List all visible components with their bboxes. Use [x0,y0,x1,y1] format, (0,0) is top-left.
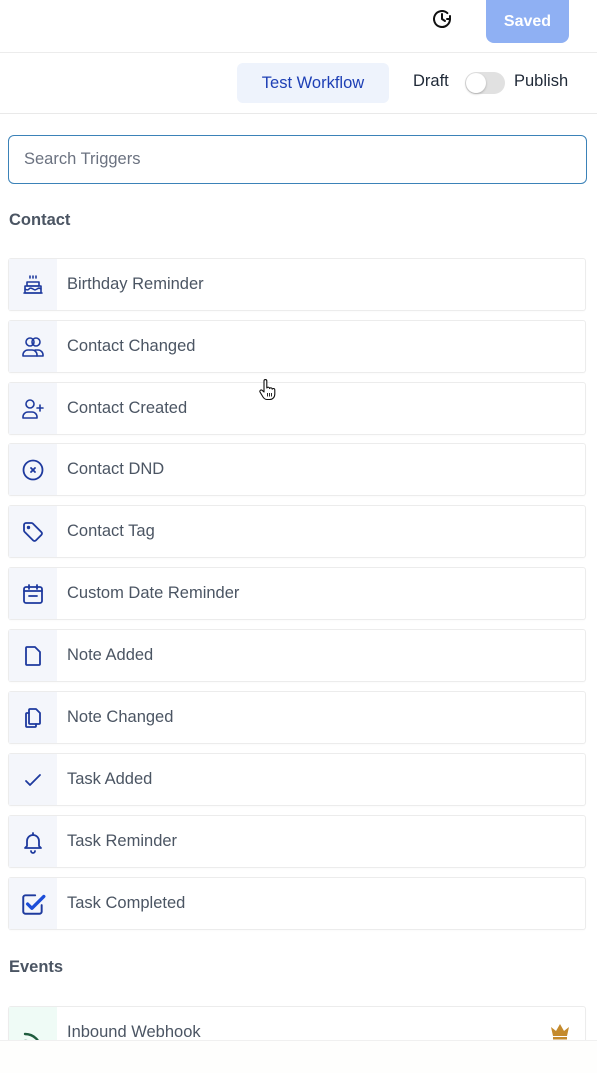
bell-icon [21,830,45,854]
publish-label: Publish [514,72,569,90]
trigger-contact-created[interactable]: Contact Created [8,382,586,435]
bottom-overlay [0,1040,597,1073]
section-title-events: Events [9,958,64,976]
cake-icon [21,273,45,297]
trigger-label: Contact DND [67,460,165,478]
test-workflow-button[interactable]: Test Workflow [237,63,389,103]
trigger-contact-tag[interactable]: Contact Tag [8,505,586,558]
users-icon [21,335,45,359]
trigger-task-added[interactable]: Task Added [8,753,586,806]
trigger-label: Contact Tag [67,522,155,540]
saved-button[interactable]: Saved [486,0,569,43]
trigger-note-changed[interactable]: Note Changed [8,691,586,744]
check-square-icon [20,891,46,917]
trigger-label: Note Changed [67,708,174,726]
trigger-label: Note Added [67,646,154,664]
check-icon [21,768,45,792]
history-clock-icon [430,7,454,31]
workflow-toolbar: Test Workflow Draft Publish [0,54,597,114]
section-title-contact: Contact [9,211,71,229]
tag-icon [21,520,45,544]
trigger-label: Custom Date Reminder [67,584,240,602]
trigger-contact-changed[interactable]: Contact Changed [8,320,586,373]
document-icon [21,644,45,668]
trigger-custom-date-reminder[interactable]: Custom Date Reminder [8,567,586,620]
toggle-knob [466,73,486,93]
trigger-label: Task Added [67,770,153,788]
publish-toggle[interactable] [465,72,505,94]
trigger-note-added[interactable]: Note Added [8,629,586,682]
trigger-label: Task Reminder [67,832,178,850]
trigger-label: Birthday Reminder [67,275,204,293]
search-triggers-input[interactable] [8,135,587,184]
trigger-task-reminder[interactable]: Task Reminder [8,815,586,868]
trigger-task-completed[interactable]: Task Completed [8,877,586,930]
documents-icon [21,706,45,730]
calendar-icon [21,582,45,606]
trigger-label: Contact Created [67,399,188,417]
top-bar: Saved [0,0,597,53]
search-container [8,135,587,184]
crown-icon [549,1022,571,1040]
trigger-birthday-reminder[interactable]: Birthday Reminder [8,258,586,311]
draft-label: Draft [413,72,449,90]
trigger-label: Contact Changed [67,337,196,355]
trigger-contact-dnd[interactable]: Contact DND [8,443,586,496]
history-button[interactable] [428,6,456,32]
trigger-label: Task Completed [67,894,186,912]
user-plus-icon [21,397,45,421]
x-circle-icon [21,458,45,482]
